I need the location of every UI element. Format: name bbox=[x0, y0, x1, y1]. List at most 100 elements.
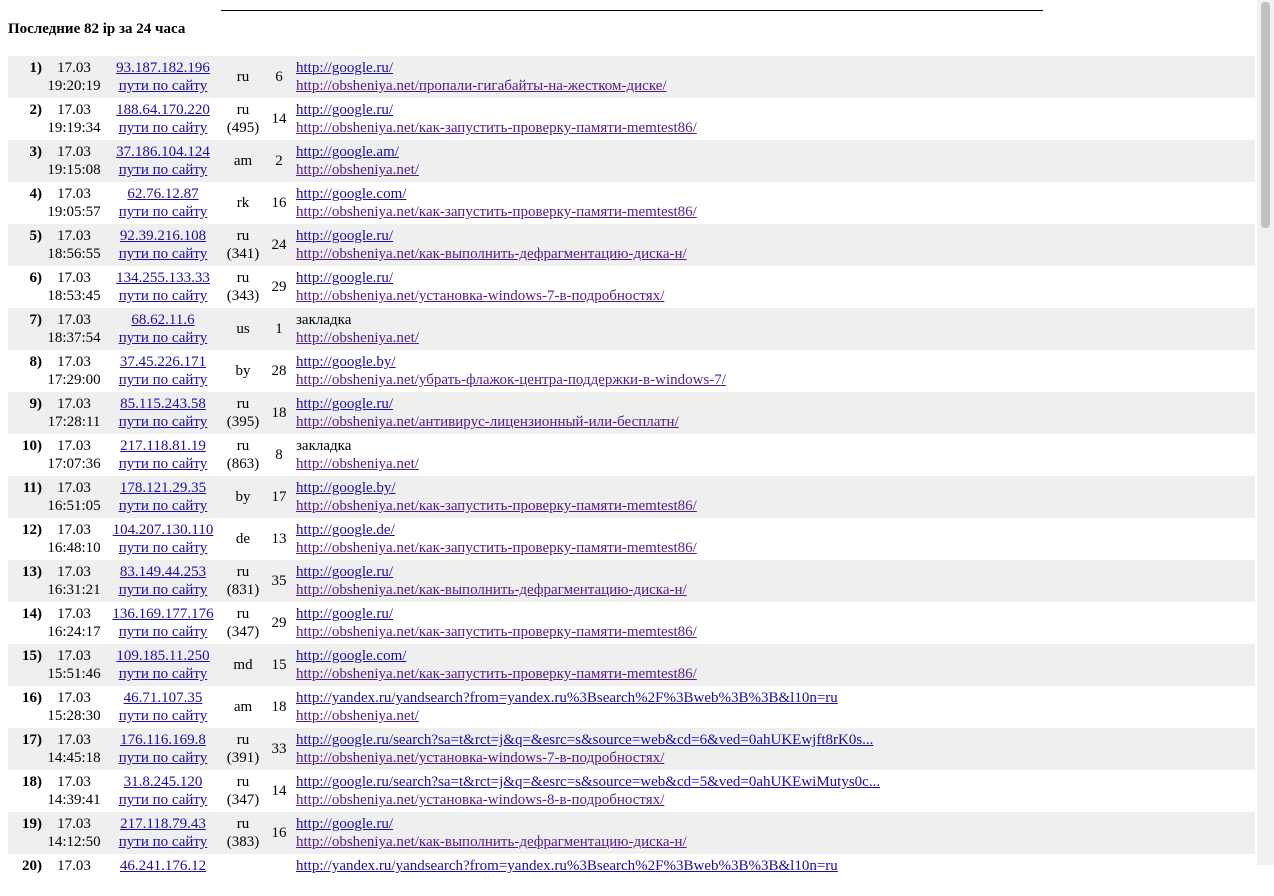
site-paths-link[interactable]: пути по сайту bbox=[119, 246, 208, 262]
ip-cell: 217.118.81.19 bbox=[108, 437, 218, 455]
ip-link[interactable]: 62.76.12.87 bbox=[127, 186, 198, 202]
referrer-link[interactable]: http://yandex.ru/yandsearch?from=yandex.… bbox=[296, 858, 838, 874]
site-paths-link[interactable]: пути по сайту bbox=[119, 78, 208, 94]
table-row: 1) 17.03 19:20:19 93.187.182.196 пути по сай… bbox=[8, 56, 1255, 98]
visit-time: 16:24:17 bbox=[47, 624, 101, 640]
site-paths-link[interactable]: пути по сайту bbox=[119, 456, 208, 472]
ip-link[interactable]: 217.118.79.43 bbox=[120, 816, 206, 832]
site-paths-link[interactable]: пути по сайту bbox=[119, 120, 208, 136]
ip-cell: 46.241.176.12 bbox=[108, 857, 218, 875]
ip-link[interactable]: 178.121.29.35 bbox=[120, 480, 206, 496]
referrer-link[interactable]: http://google.com/ bbox=[296, 648, 406, 664]
site-paths-link[interactable]: пути по сайту bbox=[119, 834, 208, 850]
referrer-link[interactable]: http://google.ru/ bbox=[296, 396, 393, 412]
site-paths-link[interactable]: пути по сайту bbox=[119, 372, 208, 388]
referrer-link[interactable]: http://google.ru/ bbox=[296, 816, 393, 832]
landing-page-link[interactable]: http://obsheniya.net/как-выполнить-дефра… bbox=[296, 246, 687, 262]
visit-time: 16:48:10 bbox=[47, 540, 101, 556]
referrer-link[interactable]: http://google.ru/ bbox=[296, 60, 393, 76]
landing-page-link[interactable]: http://obsheniya.net/установка-windows-8… bbox=[296, 792, 664, 808]
referrer-link[interactable]: http://google.com/ bbox=[296, 186, 406, 202]
country-code: ru bbox=[236, 102, 250, 118]
landing-page-link[interactable]: http://obsheniya.net/ bbox=[296, 456, 419, 472]
landing-page-link[interactable]: http://obsheniya.net/ bbox=[296, 330, 419, 346]
referrer-link[interactable]: http://google.by/ bbox=[296, 480, 396, 496]
site-paths-link[interactable]: пути по сайту bbox=[119, 624, 208, 640]
ip-link[interactable]: 93.187.182.196 bbox=[116, 60, 210, 76]
referrer-link[interactable]: http://google.ru/ bbox=[296, 606, 393, 622]
site-paths-link[interactable]: пути по сайту bbox=[119, 666, 208, 682]
referrer-cell: http://google.ru/ bbox=[296, 59, 393, 77]
landing-page-link[interactable]: http://obsheniya.net/как-запустить-прове… bbox=[296, 204, 697, 220]
scrollbar-thumb[interactable] bbox=[1261, 2, 1270, 228]
top-divider bbox=[221, 10, 1043, 11]
referrer-link[interactable]: http://google.de/ bbox=[296, 522, 395, 538]
ip-link[interactable]: 83.149.44.253 bbox=[120, 564, 206, 580]
site-paths-link[interactable]: пути по сайту bbox=[119, 414, 208, 430]
landing-page-link[interactable]: http://obsheniya.net/как-выполнить-дефра… bbox=[296, 834, 687, 850]
landing-page-link[interactable]: http://obsheniya.net/антивирус-лицензион… bbox=[296, 414, 679, 430]
referrer-link[interactable]: http://google.by/ bbox=[296, 354, 396, 370]
referrer-link[interactable]: http://google.ru/ bbox=[296, 270, 393, 286]
ip-cell: 134.255.133.33 bbox=[108, 269, 218, 287]
ip-link[interactable]: 176.116.169.8 bbox=[120, 732, 206, 748]
ip-link[interactable]: 46.71.107.35 bbox=[124, 690, 203, 706]
ip-link[interactable]: 136.169.177.176 bbox=[112, 606, 213, 622]
landing-page-link[interactable]: http://obsheniya.net/как-запустить-прове… bbox=[296, 120, 697, 136]
visit-date: 17.03 bbox=[57, 480, 91, 496]
referrer-link[interactable]: http://google.ru/ bbox=[296, 564, 393, 580]
landing-page-link[interactable]: http://obsheniya.net/ bbox=[296, 162, 419, 178]
paths-cell: пути по сайту bbox=[108, 371, 218, 389]
visit-count: 14 bbox=[271, 111, 287, 127]
landing-page-link[interactable]: http://obsheniya.net/убрать-флажок-центр… bbox=[296, 372, 726, 388]
landing-page-link[interactable]: http://obsheniya.net/установка-windows-7… bbox=[296, 288, 664, 304]
table-row: 15) 17.03 15:51:46 109.185.11.250 пути по са… bbox=[8, 644, 1255, 686]
referrer-link[interactable]: http://google.ru/ bbox=[296, 102, 393, 118]
landing-page-link[interactable]: http://obsheniya.net/ bbox=[296, 708, 419, 724]
referrer-link[interactable]: http://google.ru/search?sa=t&rct=j&q=&es… bbox=[296, 732, 873, 748]
table-row: 7) 17.03 18:37:54 68.62.11.6 пути по сайту us… bbox=[8, 308, 1255, 350]
ip-link[interactable]: 109.185.11.250 bbox=[116, 648, 209, 664]
ip-cell: 136.169.177.176 bbox=[108, 605, 218, 623]
referrer-link[interactable]: http://yandex.ru/yandsearch?from=yandex.… bbox=[296, 690, 838, 706]
ip-link[interactable]: 68.62.11.6 bbox=[131, 312, 194, 328]
site-paths-link[interactable]: пути по сайту bbox=[119, 288, 208, 304]
site-paths-link[interactable]: пути по сайту bbox=[119, 204, 208, 220]
ip-link[interactable]: 188.64.170.220 bbox=[116, 102, 210, 118]
landing-page-link[interactable]: http://obsheniya.net/пропали-гигабайты-н… bbox=[296, 78, 667, 94]
ip-link[interactable]: 92.39.216.108 bbox=[120, 228, 206, 244]
landing-page-link[interactable]: http://obsheniya.net/как-запустить-прове… bbox=[296, 666, 697, 682]
ip-link[interactable]: 217.118.81.19 bbox=[120, 438, 206, 454]
vertical-scrollbar[interactable] bbox=[1257, 0, 1274, 865]
referrer-link[interactable]: http://google.ru/search?sa=t&rct=j&q=&es… bbox=[296, 774, 880, 790]
ip-link[interactable]: 134.255.133.33 bbox=[116, 270, 210, 286]
site-paths-link[interactable]: пути по сайту bbox=[119, 750, 208, 766]
landing-page-link[interactable]: http://obsheniya.net/как-запустить-прове… bbox=[296, 540, 697, 556]
site-paths-link[interactable]: пути по сайту bbox=[119, 540, 208, 556]
landing-page-link[interactable]: http://obsheniya.net/как-выполнить-дефра… bbox=[296, 582, 687, 598]
visit-time: 18:37:54 bbox=[47, 330, 101, 346]
visit-date: 17.03 bbox=[57, 648, 91, 664]
ip-link[interactable]: 46.241.176.12 bbox=[120, 858, 206, 874]
ip-link[interactable]: 104.207.130.110 bbox=[113, 522, 214, 538]
referrer-cell: http://google.ru/ bbox=[296, 269, 393, 287]
landing-page-link[interactable]: http://obsheniya.net/как-запустить-прове… bbox=[296, 624, 697, 640]
ip-link[interactable]: 37.186.104.124 bbox=[116, 144, 210, 160]
paths-cell: пути по сайту bbox=[108, 581, 218, 599]
visit-date: 17.03 bbox=[57, 732, 91, 748]
site-paths-link[interactable]: пути по сайту bbox=[119, 708, 208, 724]
referrer-link[interactable]: http://google.am/ bbox=[296, 144, 399, 160]
site-paths-link[interactable]: пути по сайту bbox=[119, 162, 208, 178]
paths-cell: пути по сайту bbox=[108, 329, 218, 347]
landing-page-link[interactable]: http://obsheniya.net/установка-windows-7… bbox=[296, 750, 664, 766]
ip-link[interactable]: 31.8.245.120 bbox=[124, 774, 203, 790]
ip-link[interactable]: 85.115.243.58 bbox=[120, 396, 206, 412]
referrer-link[interactable]: http://google.ru/ bbox=[296, 228, 393, 244]
site-paths-link[interactable]: пути по сайту bbox=[119, 330, 208, 346]
site-paths-link[interactable]: пути по сайту bbox=[119, 498, 208, 514]
site-paths-link[interactable]: пути по сайту bbox=[119, 582, 208, 598]
ip-link[interactable]: 37.45.226.171 bbox=[120, 354, 206, 370]
site-paths-link[interactable]: пути по сайту bbox=[119, 792, 208, 808]
landing-page-cell: http://obsheniya.net/как-запустить-прове… bbox=[296, 623, 697, 641]
landing-page-link[interactable]: http://obsheniya.net/как-запустить-прове… bbox=[296, 498, 697, 514]
